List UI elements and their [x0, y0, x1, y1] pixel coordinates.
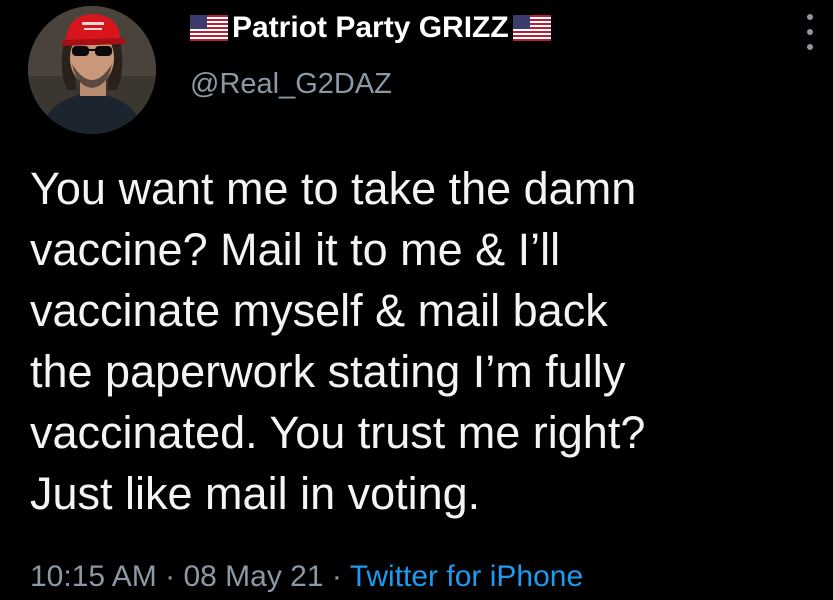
tweet-source-link[interactable]: Twitter for iPhone: [350, 560, 583, 593]
tweet-text-line: vaccinate myself & mail back: [30, 285, 608, 336]
meta-separator: ·: [165, 560, 176, 593]
profile-photo-icon: [28, 6, 156, 134]
tweet-text-line: vaccine? Mail it to me & I’ll: [30, 224, 561, 275]
avatar[interactable]: [28, 6, 156, 134]
tweet-text-line: vaccinated. You trust me right?: [30, 407, 646, 458]
tweet: Patriot Party GRIZZ @Real_G2DAZ You want…: [0, 0, 833, 600]
display-name-row[interactable]: Patriot Party GRIZZ: [190, 8, 551, 48]
tweet-text: You want me to take the damn vaccine? Ma…: [30, 158, 820, 524]
meta-separator: ·: [331, 560, 342, 593]
tweet-text-line: You want me to take the damn: [30, 163, 637, 214]
user-handle[interactable]: @Real_G2DAZ: [190, 68, 392, 101]
tweet-text-line: Just like mail in voting.: [30, 468, 481, 519]
tweet-text-line: the paperwork stating I’m fully: [30, 346, 626, 397]
tweet-time[interactable]: 10:15 AM: [30, 560, 157, 593]
us-flag-icon: [512, 15, 551, 41]
us-flag-icon: [190, 15, 228, 41]
tweet-date[interactable]: 08 May 21: [183, 560, 323, 593]
more-options-icon[interactable]: [803, 14, 817, 50]
tweet-meta: 10:15 AM · 08 May 21 · Twitter for iPhon…: [30, 560, 583, 594]
display-name: Patriot Party GRIZZ: [232, 11, 509, 44]
